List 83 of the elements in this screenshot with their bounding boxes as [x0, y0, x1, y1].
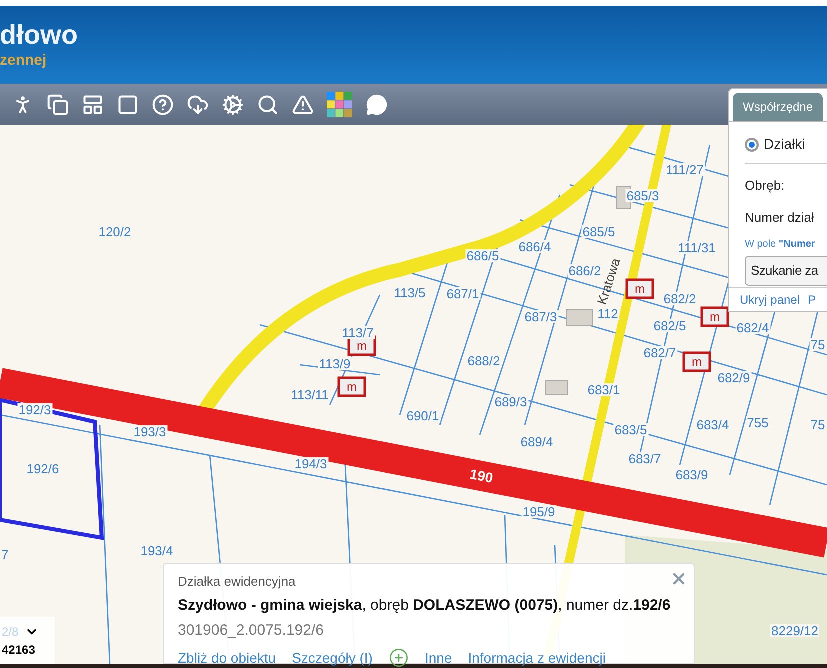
parcel-number: 685/5 [582, 226, 616, 238]
parcel-number: 195/9 [522, 506, 556, 518]
parcel-number: 75 [810, 338, 826, 352]
parcel-number: 8229/12 [770, 624, 820, 638]
popup-title: Działka ewidencyjna [178, 573, 296, 591]
parcel-number: 755 [746, 416, 770, 430]
parcel-number: 687/1 [446, 288, 480, 300]
parcel-number: 194/3 [294, 458, 328, 470]
parcel-number: 192/6 [26, 462, 60, 476]
shape-icon[interactable] [117, 94, 139, 116]
building [546, 380, 568, 396]
parcel-number: 112 [596, 308, 620, 320]
building-outline [700, 306, 730, 328]
parcel-number: 682/2 [662, 292, 698, 306]
parcel-number: 690/1 [406, 410, 440, 422]
building-outline [338, 376, 366, 398]
parcel-number: 120/2 [98, 226, 132, 238]
panel-link[interactable]: P [808, 290, 816, 308]
warning-icon[interactable] [292, 94, 314, 116]
parcel-number: 192/3 [18, 404, 52, 416]
hint-text: W pole "Numer [745, 238, 816, 252]
building-symbol: m [357, 340, 367, 352]
coordinate-value: 42163 [2, 642, 36, 658]
parcel-number: 683/4 [696, 418, 730, 432]
building-symbol: m [692, 356, 702, 368]
popup-link[interactable]: Zbliż do obiektu [178, 648, 276, 668]
parcel-number: 682/9 [716, 372, 752, 384]
add-icon[interactable] [388, 648, 409, 668]
chat-icon[interactable] [366, 94, 388, 116]
parcel-description: Szydłowo - gmina wiejska, obręb DOLASZEWO (0075), numer dz.192/6 [178, 596, 672, 616]
parcel-number: 686/5 [466, 250, 500, 262]
road-number: 190 [468, 466, 494, 486]
parcel-number: 683/9 [674, 468, 710, 482]
parcel-identifier: 301906_2.0075.192/6 [178, 621, 325, 641]
settings-icon[interactable] [222, 94, 244, 116]
cloud-download-icon[interactable] [187, 94, 209, 116]
parcel-number: 683/1 [586, 384, 622, 396]
app-subtitle: zennej [0, 53, 48, 68]
parcel-number: 111/27 [665, 164, 705, 176]
parcel-number: 113/5 [393, 286, 427, 300]
color-grid-icon[interactable] [327, 92, 353, 118]
parcel-number: 682/4 [736, 322, 770, 334]
parcel-number: 682/7 [642, 346, 678, 360]
field-label: Numer dział [745, 208, 816, 226]
parcel-number: 687/3 [524, 310, 558, 324]
parcel-number: 683/7 [628, 452, 662, 466]
app-title: dłowo [0, 22, 79, 49]
popup-link[interactable]: Inne [424, 648, 452, 668]
popup-link[interactable]: Szczegóły (I) [292, 648, 373, 668]
parcel-number: 113/11 [290, 388, 330, 402]
radio-option[interactable]: Działki [745, 134, 827, 164]
parcel-number: 75 [810, 418, 826, 432]
parcel-number: 2/8 [2, 624, 19, 640]
building-symbol: m [710, 311, 720, 323]
parcel-number: 685/3 [626, 190, 660, 202]
parcel-number: 113/7 [341, 326, 375, 340]
parcel-number: 7 [0, 548, 10, 562]
building [566, 310, 594, 326]
layout-icon[interactable] [82, 94, 104, 116]
parcel-number: 689/3 [494, 396, 528, 408]
panel-tab[interactable]: Współrzędne [733, 93, 824, 121]
search-button[interactable]: Szukanie za [745, 256, 827, 286]
help-icon[interactable] [152, 94, 174, 116]
parcel-number: 111/31 [677, 242, 717, 254]
building-outline [682, 352, 712, 372]
popup-link[interactable]: Informacja z ewidencji [468, 648, 606, 668]
building-symbol: m [347, 381, 357, 393]
field-label: Obręb: [745, 177, 786, 195]
parcel-number: 193/4 [140, 544, 174, 558]
parcel-number: 193/3 [132, 426, 168, 438]
radio-button[interactable] [745, 138, 759, 152]
copy-icon[interactable] [47, 94, 69, 116]
search-icon[interactable] [257, 94, 279, 116]
parcel-number: 688/2 [466, 354, 502, 368]
building-symbol: m [635, 283, 645, 295]
parcel-number: 113/9 [318, 358, 352, 370]
parcel-number: 686/4 [518, 240, 552, 254]
selected-parcel-outline[interactable] [0, 397, 104, 540]
panel-link[interactable]: Ukryj panel [740, 290, 800, 308]
building-outline [626, 278, 654, 300]
parcel-number: 682/5 [652, 320, 688, 332]
parcel-number: 683/5 [614, 424, 648, 436]
parcel-number: 689/4 [520, 436, 554, 448]
